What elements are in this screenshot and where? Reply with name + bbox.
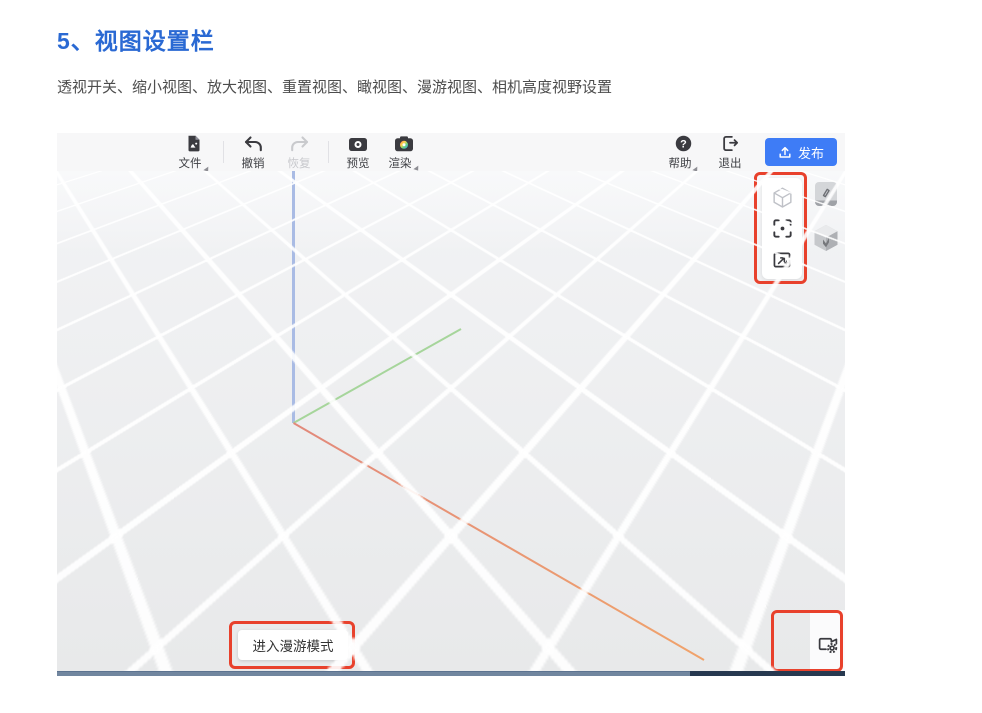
compass-tile-icon bbox=[814, 181, 838, 207]
x-axis-line bbox=[294, 423, 705, 660]
toolbar-separator bbox=[223, 141, 224, 163]
exit-icon bbox=[721, 135, 739, 157]
file-button[interactable]: 文件 bbox=[171, 133, 217, 171]
zoom-extents-icon bbox=[773, 251, 791, 269]
undo-icon bbox=[244, 136, 263, 157]
camera-gear-icon bbox=[817, 634, 839, 654]
view-cube-button[interactable] bbox=[813, 224, 839, 252]
redo-button-label: 恢复 bbox=[288, 159, 311, 171]
window-bottom-bar bbox=[57, 671, 845, 676]
help-button[interactable]: ? 帮助 bbox=[661, 133, 707, 171]
bottom-bar-left-segment bbox=[57, 671, 690, 676]
toolbar-separator bbox=[328, 141, 329, 163]
fit-view-button[interactable] bbox=[771, 249, 793, 271]
editor-toolbar: 文件 撤销 恢复 bbox=[57, 133, 845, 172]
publish-button[interactable]: 发布 bbox=[765, 138, 837, 166]
preview-camera-icon bbox=[348, 136, 368, 157]
camera-settings-button[interactable] bbox=[817, 634, 839, 654]
render-camera-icon bbox=[394, 136, 414, 157]
help-icon: ? bbox=[675, 135, 692, 157]
preview-button[interactable]: 预览 bbox=[335, 134, 381, 171]
toolbar-left-group: 文件 撤销 恢复 bbox=[171, 133, 427, 171]
file-icon bbox=[186, 135, 202, 157]
world-axes bbox=[57, 171, 845, 671]
render-button[interactable]: 渲染 bbox=[381, 134, 427, 171]
reset-view-button[interactable] bbox=[771, 218, 793, 240]
y-axis-line bbox=[294, 329, 462, 423]
perspective-toggle-button[interactable] bbox=[771, 186, 793, 208]
view-cube-icon bbox=[813, 224, 839, 252]
upload-icon bbox=[778, 145, 792, 159]
file-button-label: 文件 bbox=[179, 159, 202, 171]
exit-button-label: 退出 bbox=[718, 159, 741, 171]
redo-icon bbox=[290, 136, 309, 157]
svg-text:?: ? bbox=[681, 139, 688, 151]
undo-button-label: 撤销 bbox=[242, 159, 265, 171]
view-tools-panel bbox=[762, 178, 802, 279]
side-tools-group bbox=[811, 181, 841, 252]
toolbar-right-group: ? 帮助 退出 发布 bbox=[661, 133, 837, 171]
help-button-label: 帮助 bbox=[668, 159, 691, 171]
document-page: 5、视图设置栏 透视开关、缩小视图、放大视图、重置视图、瞰视图、漫游视图、相机高… bbox=[0, 0, 982, 713]
preview-button-label: 预览 bbox=[347, 159, 370, 171]
publish-button-label: 发布 bbox=[798, 143, 824, 162]
undo-button[interactable]: 撤销 bbox=[230, 134, 276, 171]
bottom-bar-right-segment bbox=[690, 671, 845, 676]
focus-center-icon bbox=[773, 219, 792, 238]
redo-button[interactable]: 恢复 bbox=[276, 134, 322, 171]
camera-settings-area bbox=[810, 610, 845, 671]
viewport-3d[interactable]: 进入漫游模式 bbox=[57, 171, 845, 671]
plan-view-button[interactable] bbox=[814, 181, 838, 207]
exit-button[interactable]: 退出 bbox=[707, 133, 753, 171]
enter-roam-mode-button[interactable]: 进入漫游模式 bbox=[238, 630, 348, 660]
page-description: 透视开关、缩小视图、放大视图、重置视图、瞰视图、漫游视图、相机高度视野设置 bbox=[57, 76, 612, 97]
render-button-label: 渲染 bbox=[389, 159, 412, 171]
editor-screenshot: 文件 撤销 恢复 bbox=[57, 133, 845, 676]
perspective-cube-icon bbox=[773, 187, 792, 208]
page-title: 5、视图设置栏 bbox=[57, 22, 215, 56]
